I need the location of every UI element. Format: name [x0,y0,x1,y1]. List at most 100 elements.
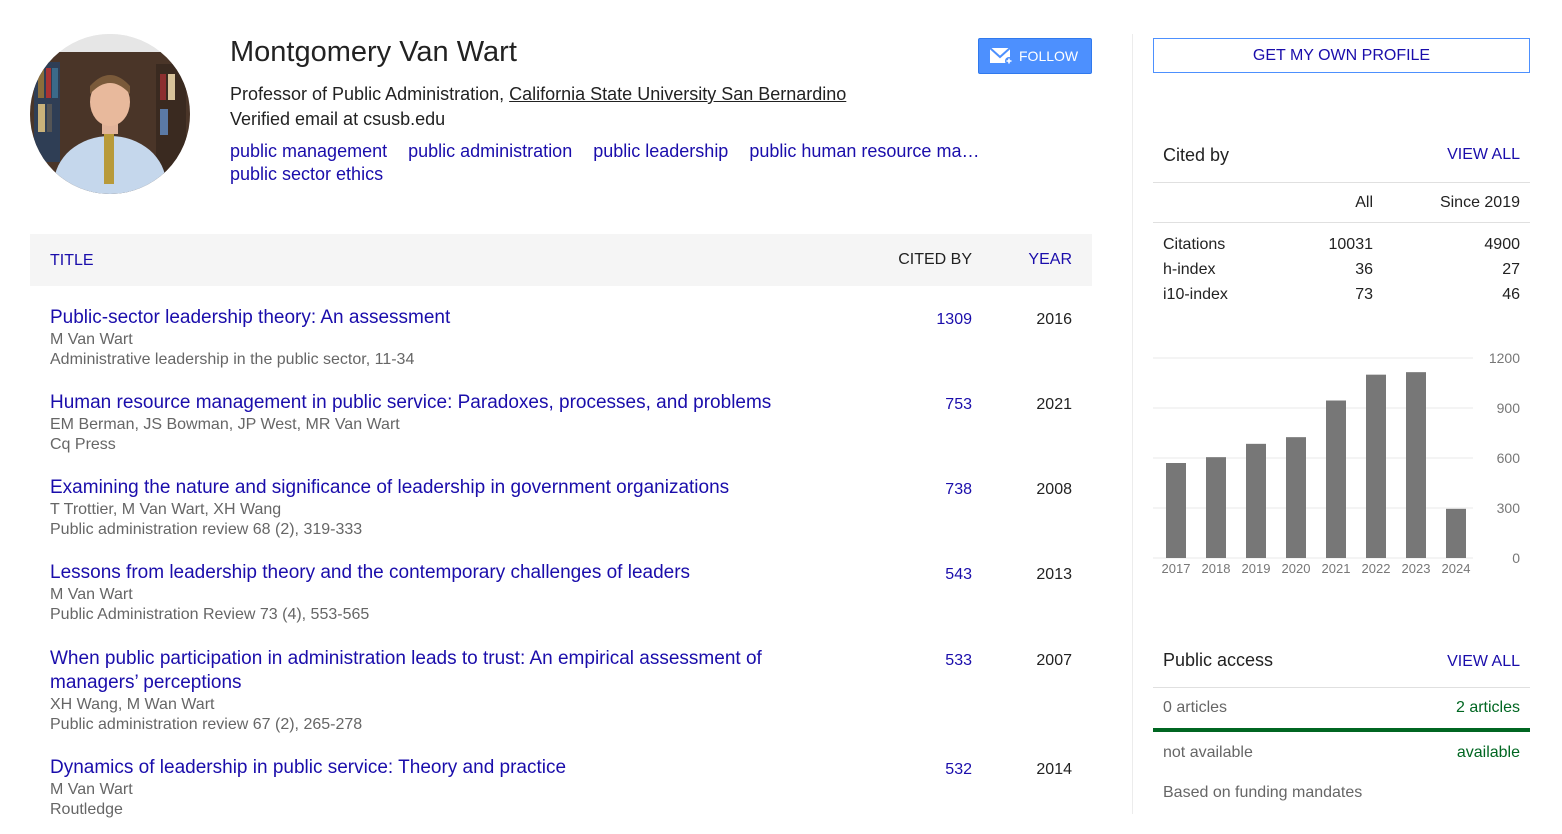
article-venue: Administrative leadership in the public … [50,351,415,368]
bar-2018[interactable] [1206,457,1226,558]
cited-by-header: CITED BY [898,251,972,268]
follow-label: FOLLOW [1019,48,1079,64]
sort-by-year[interactable]: YEAR [1028,251,1072,269]
article-venue: Routledge [50,801,123,818]
article-venue: Public Administration Review 73 (4), 553… [50,606,370,623]
funding-mandates-note: Based on funding mandates [1163,784,1363,801]
article-venue: Public administration review 68 (2), 319… [50,521,363,538]
cited-count-link[interactable]: 543 [945,566,972,584]
not-available-label: not available [1163,744,1253,761]
get-my-own-profile-button[interactable]: GET MY OWN PROFILE [1153,38,1530,73]
metric-since: 4900 [1484,236,1520,253]
article-authors: T Trottier, M Van Wart, XH Wang [50,501,282,518]
university-link[interactable]: California State University San Bernardi… [509,84,846,104]
metric-label: Citations [1163,236,1226,253]
article-authors: XH Wang, M Wan Wart [50,696,215,713]
public-access-title: Public access [1163,650,1274,670]
cited-count-link[interactable]: 738 [945,481,972,499]
x-tick-label: 2021 [1322,561,1351,576]
y-tick-label: 1200 [1489,350,1520,366]
cited-count-link[interactable]: 533 [945,652,972,670]
bar-2023[interactable] [1406,372,1426,558]
cited-count-link[interactable]: 532 [945,761,972,779]
article-title-link[interactable]: Public-sector leadership theory: An asse… [50,306,830,330]
citation-metrics-table: Citations 10031 4900 h-index 36 27 i10-i… [1153,236,1530,311]
article-year: 2007 [1036,652,1072,669]
interest-link[interactable]: public leadership [593,141,728,161]
position-title: Professor of Public Administration, [230,84,510,104]
article-year: 2014 [1036,761,1072,778]
cited-count-link[interactable]: 753 [945,396,972,414]
article-authors: EM Berman, JS Bowman, JP West, MR Van Wa… [50,416,400,433]
x-tick-label: 2023 [1402,561,1431,576]
divider [1153,222,1530,223]
profile-photo [30,34,190,194]
interest-link[interactable]: public administration [408,141,572,161]
metric-row: Citations 10031 4900 [1153,236,1530,261]
mail-icon [989,47,1013,65]
research-interests: public management public administration … [230,140,1030,186]
col-since-header: Since 2019 [1439,194,1520,211]
sort-by-title[interactable]: TITLE [50,252,94,270]
metric-label: i10-index [1163,286,1228,303]
avatar [30,34,190,194]
article-year: 2016 [1036,311,1072,328]
y-tick-label: 0 [1512,550,1520,566]
affiliation: Professor of Public Administration, Cali… [230,84,846,105]
articles-table-header: TITLE CITED BY YEAR [30,234,1092,286]
metric-label: h-index [1163,261,1216,278]
bar-2020[interactable] [1286,437,1306,558]
table-row: Examining the nature and significance of… [30,476,1092,561]
article-title-link[interactable]: Lessons from leadership theory and the c… [50,561,830,585]
divider [1153,182,1530,183]
article-title-link[interactable]: Dynamics of leadership in public service… [50,756,830,780]
col-all-header: All [1355,194,1373,211]
column-divider [1132,34,1133,814]
interest-link[interactable]: public management [230,141,387,161]
y-tick-label: 300 [1497,500,1521,516]
x-tick-label: 2024 [1442,561,1471,576]
article-title-link[interactable]: Examining the nature and significance of… [50,476,830,500]
bar-2022[interactable] [1366,374,1386,558]
cited-count-link[interactable]: 1309 [936,311,972,329]
table-row: Dynamics of leadership in public service… [30,756,1092,834]
interest-link[interactable]: public human resource ma… [749,141,979,161]
profile-name: Montgomery Van Wart [230,36,517,68]
x-tick-label: 2020 [1282,561,1311,576]
metric-row: h-index 36 27 [1153,261,1530,286]
table-row: When public participation in administrat… [30,647,1092,756]
cited-by-title: Cited by [1163,145,1230,165]
article-year: 2021 [1036,396,1072,413]
bar-2021[interactable] [1326,400,1346,559]
article-year: 2013 [1036,566,1072,583]
metric-since: 46 [1502,286,1520,303]
articles-list: Public-sector leadership theory: An asse… [30,306,1092,834]
bar-2024[interactable] [1446,508,1466,558]
public-access-view-all-link[interactable]: VIEW ALL [1447,653,1520,671]
article-year: 2008 [1036,481,1072,498]
bar-2017[interactable] [1166,463,1186,558]
bar-2019[interactable] [1246,443,1266,558]
divider [1153,687,1530,688]
metric-row: i10-index 73 46 [1153,286,1530,311]
available-label: available [1456,744,1520,761]
table-row: Human resource management in public serv… [30,391,1092,476]
article-title-link[interactable]: Human resource management in public serv… [50,391,830,415]
article-authors: M Van Wart [50,781,133,798]
table-row: Lessons from leadership theory and the c… [30,561,1092,647]
metric-all: 36 [1355,261,1373,278]
x-tick-label: 2018 [1202,561,1231,576]
interest-link[interactable]: public sector ethics [230,164,383,184]
citations-per-year-chart: 0 300 600 900 1200 2017 2018 2019 2020 2021 2022 20… [1153,350,1521,576]
y-tick-label: 900 [1497,400,1521,416]
available-count: 2 articles [1455,699,1520,716]
article-venue: Cq Press [50,436,116,453]
not-available-count: 0 articles [1163,699,1228,716]
article-title-link[interactable]: When public participation in administrat… [50,647,830,695]
article-venue: Public administration review 67 (2), 265… [50,716,363,733]
article-authors: M Van Wart [50,586,133,603]
metric-all: 73 [1355,286,1373,303]
follow-button[interactable]: FOLLOW [978,38,1092,74]
cited-by-view-all-link[interactable]: VIEW ALL [1447,146,1520,164]
x-tick-label: 2019 [1242,561,1271,576]
